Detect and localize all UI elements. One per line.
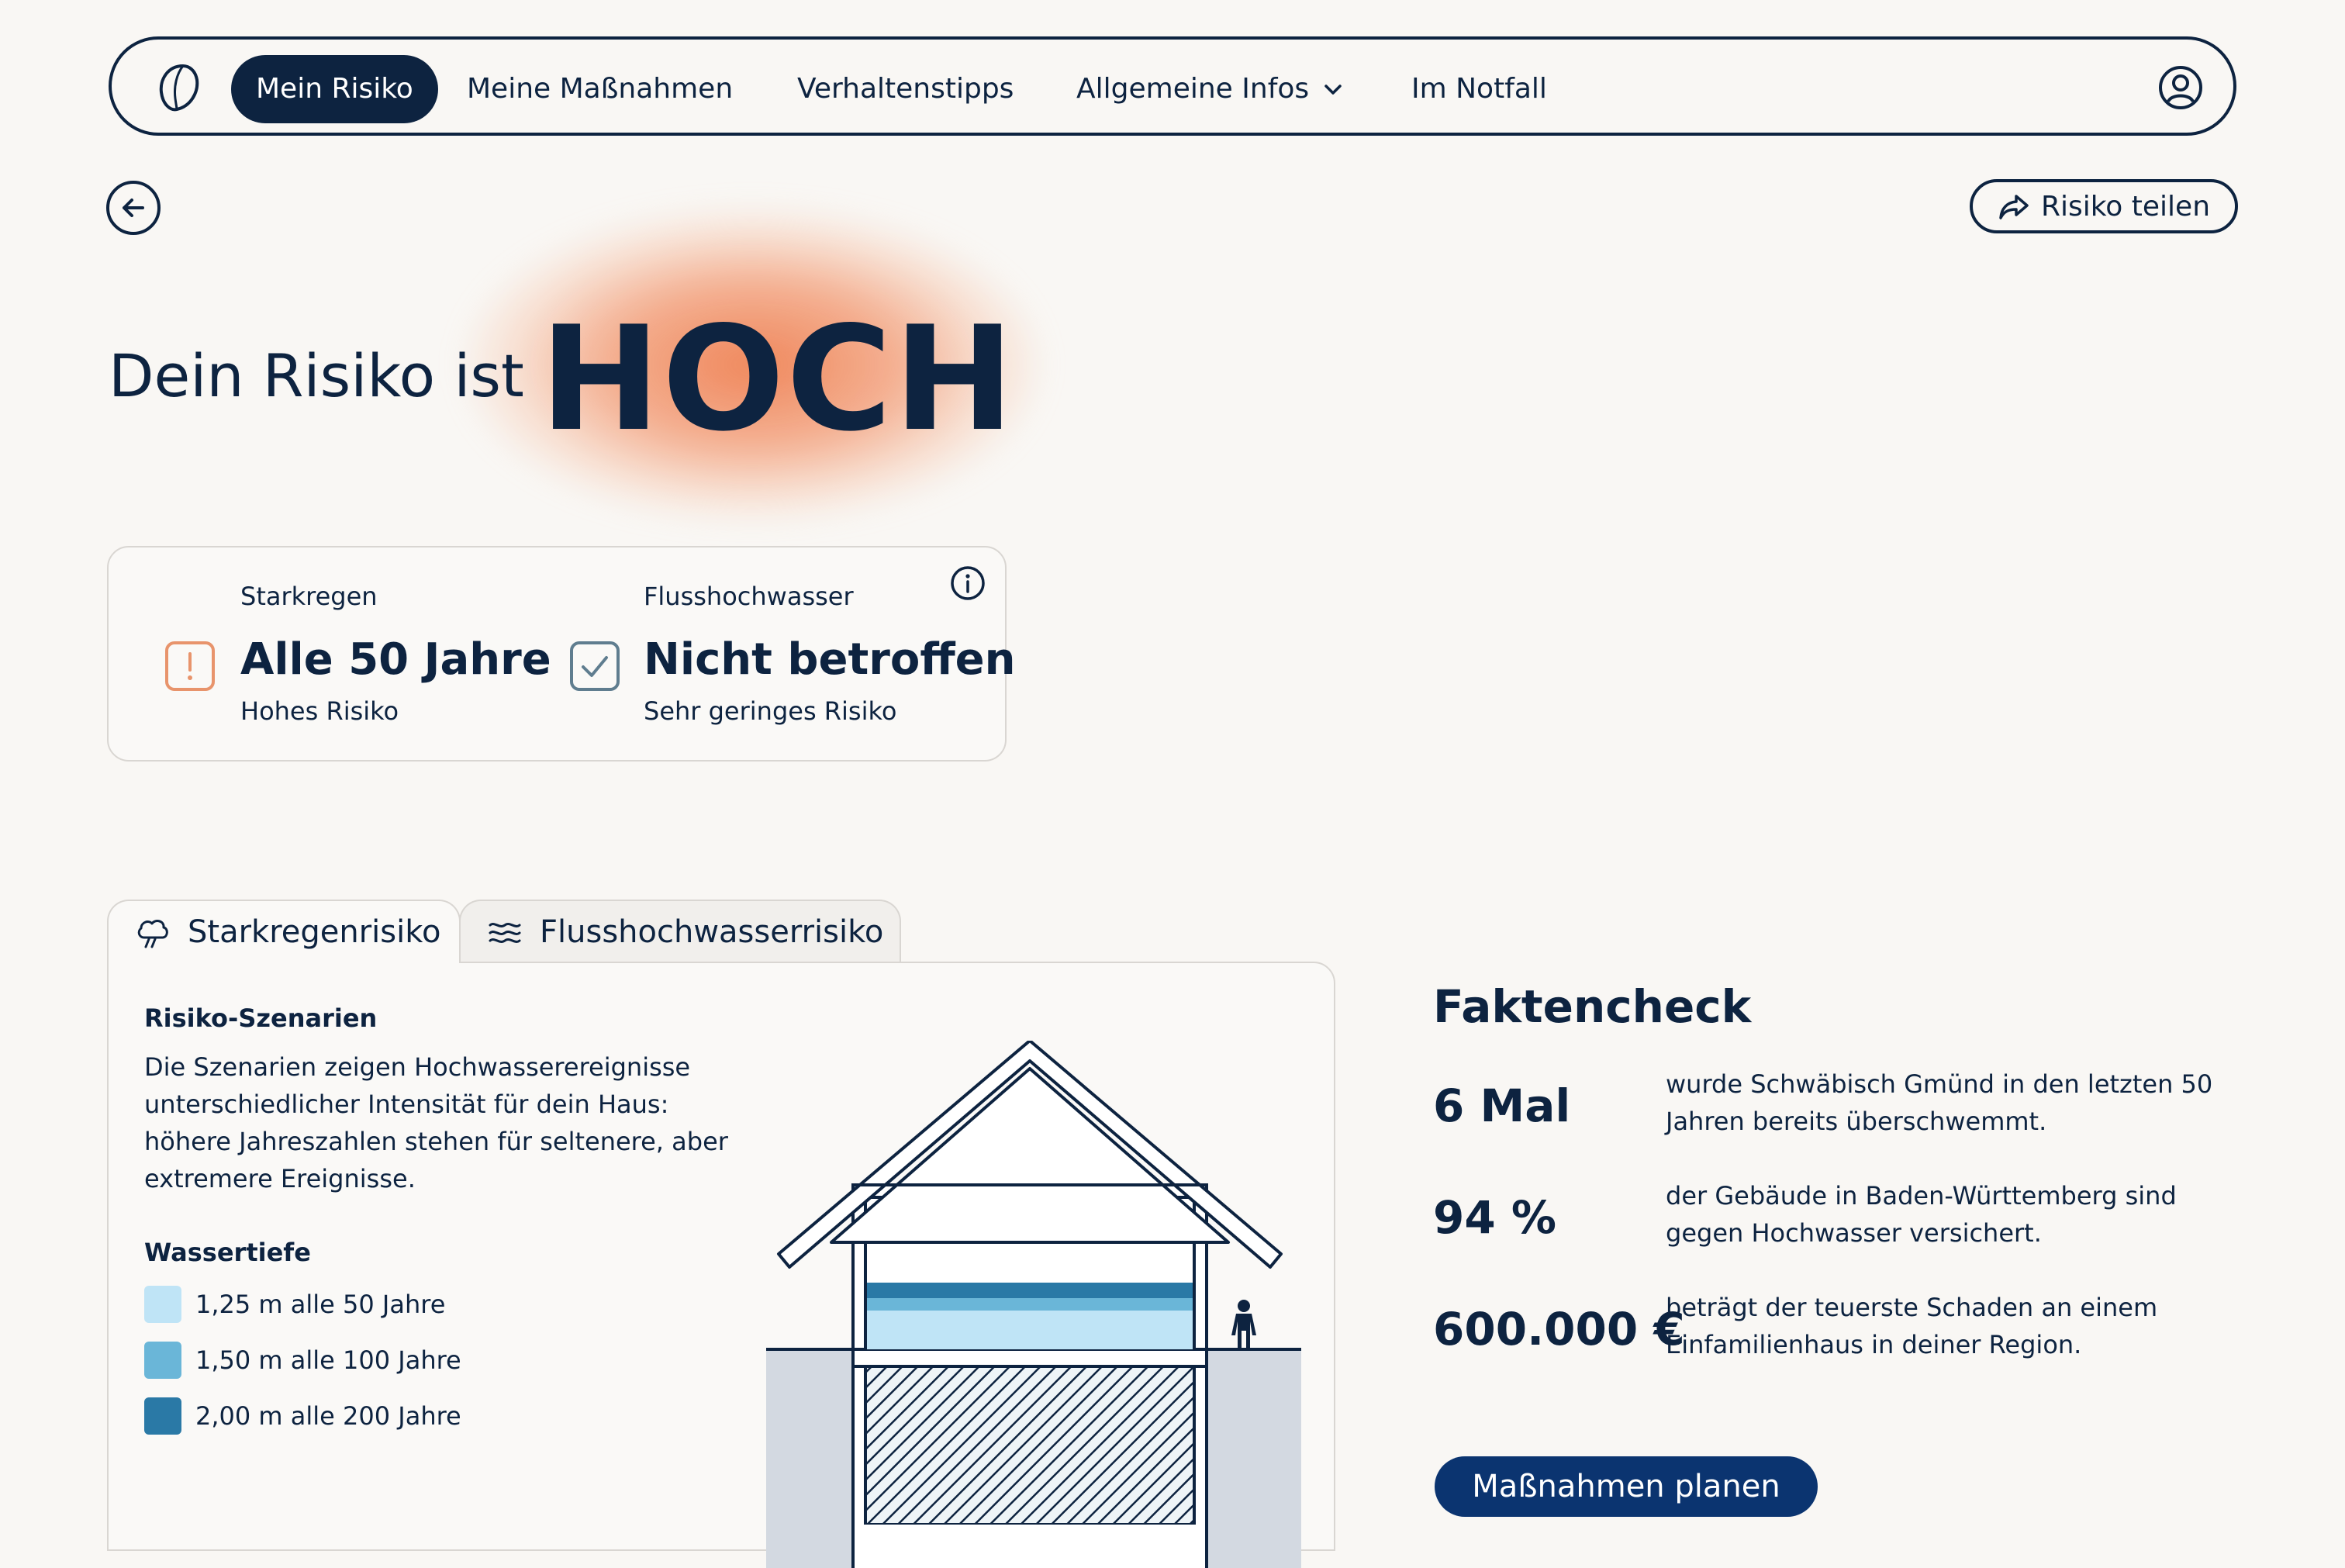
risk-level: HOCH	[540, 295, 1016, 463]
check-icon	[570, 641, 620, 691]
risk-summary-card: Starkregen Alle 50 Jahre Hohes Risiko Fl…	[107, 546, 1016, 762]
factcheck-text-2: der Gebäude in Baden-Württemberg sind ge…	[1666, 1181, 2177, 1248]
tab-starkregenrisiko-label: Starkregenrisiko	[188, 914, 441, 950]
chevron-down-icon	[1324, 85, 1342, 95]
user-icon[interactable]	[2157, 64, 2204, 111]
risk-headline-prefix: Dein Risiko ist	[109, 341, 524, 410]
legend-swatch-200	[144, 1397, 181, 1435]
factcheck-title: Faktencheck	[1433, 980, 1752, 1033]
share-risk-button[interactable]: Risiko teilen	[1970, 179, 2238, 233]
nav-item-meine-massnahmen[interactable]: Meine Maßnahmen	[467, 55, 733, 123]
factcheck-text-3: beträgt der teuerste Schaden an einem Ei…	[1666, 1293, 2158, 1359]
legend-item: 1,25 m alle 50 Jahre	[144, 1286, 445, 1323]
flusshochwasser-value: Nicht betroffen	[644, 634, 1016, 685]
info-icon[interactable]	[949, 565, 986, 602]
legend-label: 1,25 m alle 50 Jahre	[195, 1290, 446, 1319]
share-icon	[1999, 195, 2029, 219]
person-figure	[1231, 1300, 1256, 1349]
legend-swatch-50	[144, 1286, 181, 1323]
flusshochwasser-label: Flusshochwasser	[644, 582, 854, 611]
nav-item-allgemeine-infos-label: Allgemeine Infos	[1076, 73, 1310, 105]
warning-icon	[165, 641, 215, 691]
legend-swatch-100	[144, 1342, 181, 1379]
arrow-left-icon[interactable]	[105, 180, 161, 236]
nav-item-allgemeine-infos[interactable]: Allgemeine Infos	[1076, 55, 1345, 123]
factcheck-text-1: wurde Schwäbisch Gmünd in den letzten 50…	[1666, 1069, 2213, 1136]
rain-cloud-icon	[137, 920, 168, 948]
starkregen-value: Alle 50 Jahre	[240, 634, 551, 685]
nav-item-verhaltenstipps[interactable]: Verhaltenstipps	[797, 55, 1014, 123]
tab-flusshochwasserrisiko[interactable]: Flusshochwasserrisiko	[459, 900, 901, 963]
nav-item-mein-risiko[interactable]: Mein Risiko	[231, 55, 438, 123]
scenarios-title: Risiko-Szenarien	[144, 1003, 378, 1033]
starkregen-sub: Hohes Risiko	[240, 696, 399, 726]
factcheck-value-3: 600.000 €	[1433, 1303, 1685, 1356]
scenarios-description: Die Szenarien zeigen Hochwasserereigniss…	[144, 1052, 728, 1193]
legend-label: 2,00 m alle 200 Jahre	[195, 1401, 461, 1431]
waves-icon	[489, 923, 521, 943]
tab-starkregenrisiko[interactable]: Starkregenrisiko	[107, 900, 461, 963]
logo-icon[interactable]	[157, 63, 202, 112]
tab-flusshochwasserrisiko-label: Flusshochwasserrisiko	[540, 914, 884, 950]
legend-item: 1,50 m alle 100 Jahre	[144, 1342, 461, 1379]
legend-label: 1,50 m alle 100 Jahre	[195, 1345, 461, 1375]
starkregen-label: Starkregen	[240, 582, 378, 611]
water-depth-title: Wassertiefe	[144, 1238, 311, 1267]
scenario-panel: Risiko-Szenarien Die Szenarien zeigen Ho…	[107, 962, 1335, 1568]
legend-item: 2,00 m alle 200 Jahre	[144, 1397, 461, 1435]
plan-measures-button[interactable]: Maßnahmen planen	[1435, 1456, 1818, 1517]
factcheck-value-1: 6 Mal	[1433, 1079, 1571, 1132]
share-button-label: Risiko teilen	[2040, 190, 2211, 223]
flusshochwasser-sub: Sehr geringes Risiko	[644, 696, 897, 726]
house-flood-illustration	[766, 1041, 1301, 1568]
main-navigation: Mein Risiko Meine Maßnahmen Verhaltensti…	[109, 36, 2236, 136]
nav-item-im-notfall[interactable]: Im Notfall	[1411, 55, 1547, 123]
factcheck-value-2: 94 %	[1433, 1191, 1557, 1244]
